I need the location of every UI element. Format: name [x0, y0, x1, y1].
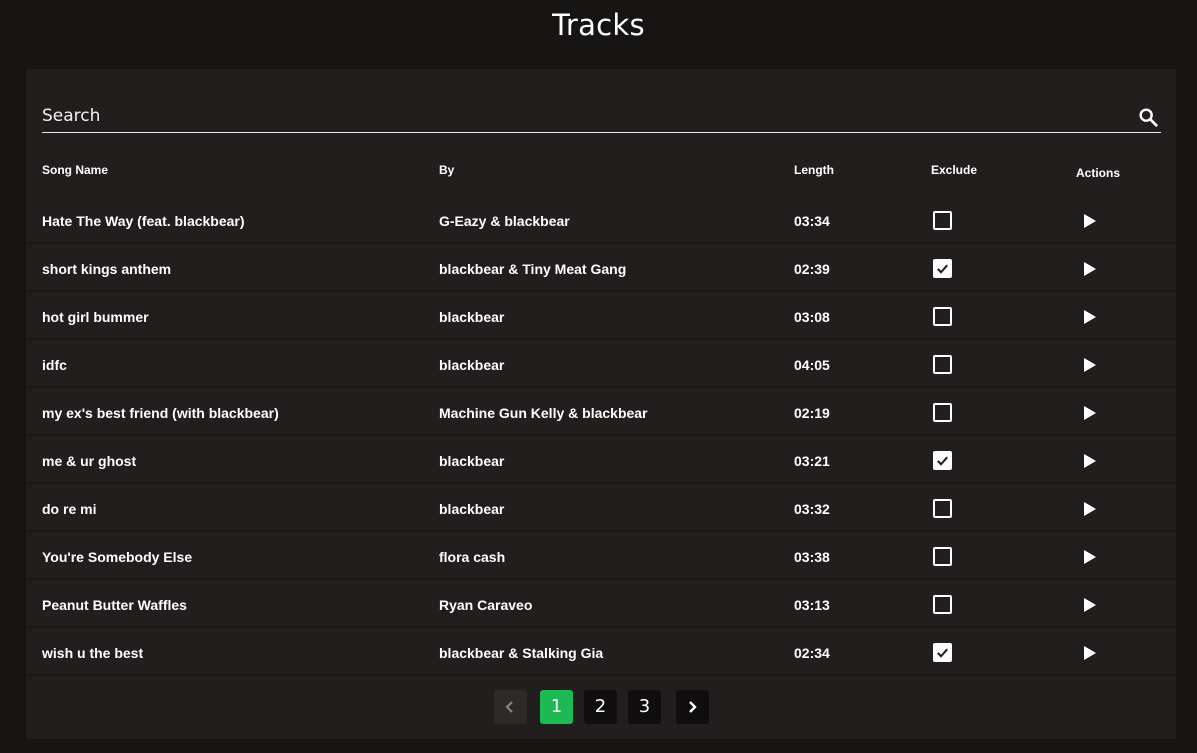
song-length: 03:38 — [794, 549, 830, 565]
play-button[interactable] — [1078, 594, 1100, 616]
exclude-checkbox[interactable] — [933, 547, 952, 566]
check-icon — [937, 264, 948, 274]
exclude-checkbox[interactable] — [933, 595, 952, 614]
page-title: Tracks — [552, 8, 645, 42]
play-button[interactable] — [1078, 642, 1100, 664]
song-name: You're Somebody Else — [42, 549, 193, 565]
table-row: idfc blackbear 04:05 — [26, 340, 1176, 388]
play-button[interactable] — [1078, 450, 1100, 472]
table-header: Song Name By Length Exclude Actions — [26, 163, 1176, 183]
song-artist: Machine Gun Kelly & blackbear — [439, 405, 648, 421]
song-name: my ex's best friend (with blackbear) — [42, 405, 279, 421]
search-input[interactable] — [42, 101, 1122, 131]
search-bar — [42, 101, 1161, 133]
chevron-right-icon — [689, 701, 697, 713]
song-length: 03:13 — [794, 597, 830, 613]
header-exclude: Exclude — [931, 163, 978, 177]
play-button[interactable] — [1078, 402, 1100, 424]
song-length: 02:19 — [794, 405, 830, 421]
tracks-panel: Song Name By Length Exclude Actions Hate… — [26, 69, 1176, 739]
play-icon — [1084, 454, 1096, 468]
exclude-checkbox[interactable] — [933, 643, 952, 662]
track-list: Hate The Way (feat. blackbear) G-Eazy & b… — [26, 196, 1176, 676]
chevron-left-icon — [505, 701, 513, 713]
exclude-checkbox[interactable] — [933, 403, 952, 422]
exclude-checkbox[interactable] — [933, 355, 952, 374]
header-actions: Actions — [1076, 166, 1121, 180]
header-by[interactable]: By — [439, 163, 454, 177]
song-length: 03:08 — [794, 309, 830, 325]
play-icon — [1084, 406, 1096, 420]
play-icon — [1084, 550, 1096, 564]
search-icon[interactable] — [1137, 106, 1159, 128]
song-name: Peanut Butter Waffles — [42, 597, 187, 613]
song-artist: flora cash — [439, 549, 506, 565]
table-row: wish u the best blackbear & Stalking Gia 0… — [26, 628, 1176, 676]
play-icon — [1084, 310, 1096, 324]
exclude-checkbox[interactable] — [933, 307, 952, 326]
song-artist: G-Eazy & blackbear — [439, 213, 570, 229]
play-icon — [1084, 262, 1096, 276]
check-icon — [937, 648, 948, 658]
table-row: short kings anthem blackbear & Tiny Meat … — [26, 244, 1176, 292]
song-length: 02:34 — [794, 645, 830, 661]
song-name: Hate The Way (feat. blackbear) — [42, 213, 245, 229]
play-icon — [1084, 502, 1096, 516]
song-name: short kings anthem — [42, 261, 172, 277]
song-artist: blackbear — [439, 309, 505, 325]
prev-page-button[interactable] — [494, 690, 527, 724]
song-length: 04:05 — [794, 357, 830, 373]
song-artist: blackbear — [439, 357, 505, 373]
table-row: Hate The Way (feat. blackbear) G-Eazy & b… — [26, 196, 1176, 244]
page-button-3[interactable]: 3 — [628, 690, 661, 724]
play-button[interactable] — [1078, 546, 1100, 568]
song-artist: blackbear — [439, 501, 505, 517]
header-length[interactable]: Length — [794, 163, 834, 177]
table-row: my ex's best friend (with blackbear) Mach… — [26, 388, 1176, 436]
play-icon — [1084, 646, 1096, 660]
exclude-checkbox[interactable] — [933, 211, 952, 230]
song-name: me & ur ghost — [42, 453, 137, 469]
song-name: hot girl bummer — [42, 309, 149, 325]
song-name: wish u the best — [42, 645, 144, 661]
page-button-2[interactable]: 2 — [584, 690, 617, 724]
play-icon — [1084, 214, 1096, 228]
exclude-checkbox[interactable] — [933, 499, 952, 518]
song-name: idfc — [42, 357, 67, 373]
song-name: do re mi — [42, 501, 97, 517]
play-button[interactable] — [1078, 258, 1100, 280]
song-artist: Ryan Caraveo — [439, 597, 533, 613]
table-row: You're Somebody Else flora cash 03:38 — [26, 532, 1176, 580]
exclude-checkbox[interactable] — [933, 259, 952, 278]
play-button[interactable] — [1078, 354, 1100, 376]
song-artist: blackbear & Stalking Gia — [439, 645, 604, 661]
song-length: 03:34 — [794, 213, 830, 229]
table-row: Peanut Butter Waffles Ryan Caraveo 03:13 — [26, 580, 1176, 628]
song-length: 03:21 — [794, 453, 830, 469]
table-row: hot girl bummer blackbear 03:08 — [26, 292, 1176, 340]
table-row: me & ur ghost blackbear 03:21 — [26, 436, 1176, 484]
play-icon — [1084, 598, 1096, 612]
page-button-1[interactable]: 1 — [540, 690, 573, 724]
check-icon — [937, 456, 948, 466]
play-button[interactable] — [1078, 498, 1100, 520]
song-artist: blackbear & Tiny Meat Gang — [439, 261, 627, 277]
header-song-name[interactable]: Song Name — [42, 163, 108, 177]
song-artist: blackbear — [439, 453, 505, 469]
play-button[interactable] — [1078, 210, 1100, 232]
song-length: 03:32 — [794, 501, 830, 517]
table-row: do re mi blackbear 03:32 — [26, 484, 1176, 532]
play-button[interactable] — [1078, 306, 1100, 328]
exclude-checkbox[interactable] — [933, 451, 952, 470]
song-length: 02:39 — [794, 261, 830, 277]
next-page-button[interactable] — [676, 690, 709, 724]
play-icon — [1084, 358, 1096, 372]
